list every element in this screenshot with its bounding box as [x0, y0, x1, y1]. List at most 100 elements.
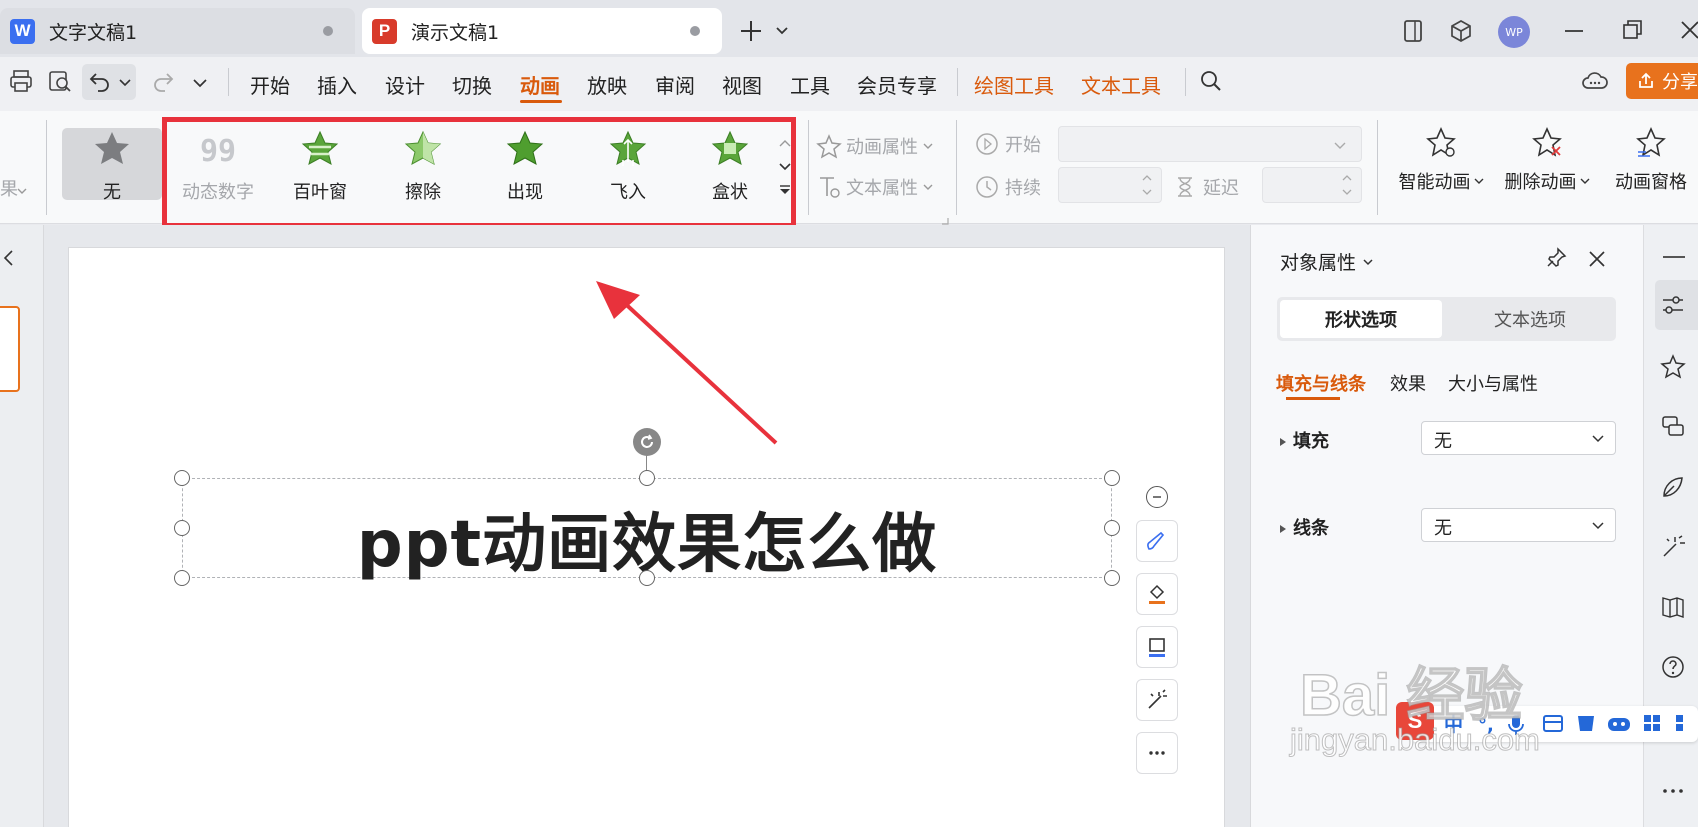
search-icon[interactable] [1196, 66, 1226, 96]
animation-star-icon[interactable] [1660, 354, 1686, 380]
book-map-icon[interactable] [1660, 594, 1686, 620]
chevron-down-icon [1474, 178, 1483, 184]
slide-thumbnail-selected[interactable] [0, 306, 20, 392]
chevron-down-icon [17, 181, 27, 194]
menu-design[interactable]: 设计 [385, 70, 425, 99]
menu-drawing-tools[interactable]: 绘图工具 [974, 70, 1054, 99]
close-panel-icon[interactable] [1586, 248, 1608, 270]
animation-properties-button[interactable]: 动画属性 [816, 133, 934, 159]
expand-triangle-icon[interactable] [1278, 432, 1288, 446]
duration-stepper[interactable] [1058, 167, 1162, 203]
divider [808, 120, 809, 215]
restore-icon[interactable] [1620, 18, 1644, 42]
format-painter-button[interactable] [1136, 520, 1178, 562]
dialog-launcher-icon[interactable] [941, 210, 949, 225]
comments-icon[interactable] [1660, 414, 1686, 440]
outline-icon [1149, 638, 1165, 657]
menu-slideshow[interactable]: 放映 [587, 70, 627, 99]
tab-list-chevron-icon[interactable] [772, 20, 792, 40]
delay-stepper[interactable] [1262, 167, 1362, 203]
smart-effects-button[interactable] [1136, 679, 1178, 721]
fill-color-button[interactable] [1136, 573, 1178, 615]
tab-presentation-doc[interactable]: P 演示文稿1 [362, 8, 722, 54]
print-preview-icon[interactable] [45, 66, 75, 96]
start-select[interactable] [1058, 126, 1362, 162]
minimize-icon[interactable] [1562, 19, 1586, 43]
menu-text-tools[interactable]: 文本工具 [1081, 70, 1161, 99]
sidebar-collapse-icon[interactable] [1663, 256, 1685, 258]
close-window-icon[interactable] [1678, 18, 1698, 42]
resize-handle[interactable] [1104, 570, 1120, 586]
more-dots-icon [1149, 751, 1165, 755]
chevron-down-icon [1363, 258, 1373, 265]
presentation-app-icon: P [372, 18, 397, 44]
resize-handle[interactable] [1104, 520, 1120, 536]
collapse-toolbar-icon[interactable] [1146, 486, 1168, 508]
cube-icon[interactable] [1448, 18, 1474, 44]
share-button[interactable]: 分享 [1626, 63, 1698, 99]
tab-close-dot[interactable] [323, 26, 333, 36]
delay-label-group: 延迟 [1173, 174, 1239, 200]
subtab-fill-line[interactable]: 填充与线条 [1276, 370, 1366, 396]
resize-handle[interactable] [174, 570, 190, 586]
active-tab-underline [520, 100, 562, 103]
delete-animation-button[interactable]: 删除动画 [1499, 126, 1595, 194]
menu-animation[interactable]: 动画 [520, 70, 560, 99]
pin-icon[interactable] [1544, 246, 1568, 270]
fill-select[interactable]: 无 [1421, 421, 1616, 455]
resize-handle[interactable] [174, 470, 190, 486]
cloud-icon[interactable] [1580, 66, 1610, 96]
tablet-mode-icon[interactable] [1400, 18, 1426, 44]
red-arrow-annotation [596, 281, 778, 445]
menu-transition[interactable]: 切换 [452, 70, 492, 99]
new-tab-plus-icon[interactable] [737, 17, 765, 45]
more-dots-icon[interactable] [1660, 778, 1686, 804]
star-outline-icon [816, 134, 842, 159]
smart-animation-button[interactable]: 智能动画 [1396, 126, 1486, 194]
resize-handle[interactable] [1104, 470, 1120, 486]
stepper-arrows-icon [1342, 175, 1352, 195]
shape-options-tab[interactable]: 形状选项 [1280, 300, 1442, 338]
more-tools-button[interactable] [1136, 732, 1178, 774]
collapse-left-icon[interactable] [2, 248, 16, 268]
panel-title-dropdown[interactable]: 对象属性 [1280, 248, 1374, 275]
sliders-icon[interactable] [1660, 292, 1686, 318]
subtab-effects[interactable]: 效果 [1390, 370, 1426, 396]
design-leaf-icon[interactable] [1660, 474, 1686, 500]
undo-dropdown-chevron-icon[interactable] [117, 74, 133, 90]
star-bulb-icon [1426, 127, 1456, 157]
text-properties-button[interactable]: 文本属性 [816, 174, 934, 200]
tab-close-dot[interactable] [690, 26, 700, 36]
print-icon[interactable] [6, 66, 36, 96]
divider [228, 68, 229, 96]
avatar[interactable]: WP [1498, 16, 1530, 48]
menu-start[interactable]: 开始 [250, 70, 290, 99]
line-label: 线条 [1293, 518, 1329, 539]
help-icon[interactable] [1660, 654, 1686, 680]
animation-pane-button[interactable]: 动画窗格 [1604, 126, 1698, 194]
menu-tools[interactable]: 工具 [790, 70, 830, 99]
watermark-brand: Bai 经验 [1299, 662, 1523, 729]
menu-member[interactable]: 会员专享 [857, 70, 937, 99]
expand-triangle-icon[interactable] [1278, 519, 1288, 533]
effect-none[interactable]: 无 [69, 130, 155, 204]
redo-icon[interactable] [147, 66, 177, 96]
tab-writer-doc[interactable]: W 文字文稿1 [0, 8, 355, 54]
resize-handle[interactable] [174, 520, 190, 536]
undo-icon[interactable] [86, 66, 116, 96]
menu-view[interactable]: 视图 [722, 70, 762, 99]
more-chevron-icon[interactable] [191, 74, 209, 92]
star-gray-icon [95, 132, 129, 164]
chevron-down-icon [1334, 142, 1346, 149]
divider [1377, 120, 1378, 215]
text-options-tab[interactable]: 文本选项 [1446, 300, 1614, 338]
subtab-size-properties[interactable]: 大小与属性 [1448, 370, 1538, 396]
menu-review[interactable]: 审阅 [655, 70, 695, 99]
line-select[interactable]: 无 [1421, 508, 1616, 542]
outline-color-button[interactable] [1136, 626, 1178, 668]
resize-handle[interactable] [639, 470, 655, 486]
menu-insert[interactable]: 插入 [317, 70, 357, 99]
tools-wand-icon[interactable] [1660, 534, 1686, 560]
share-label: 分享 [1662, 72, 1698, 93]
resize-handle[interactable] [639, 570, 655, 586]
